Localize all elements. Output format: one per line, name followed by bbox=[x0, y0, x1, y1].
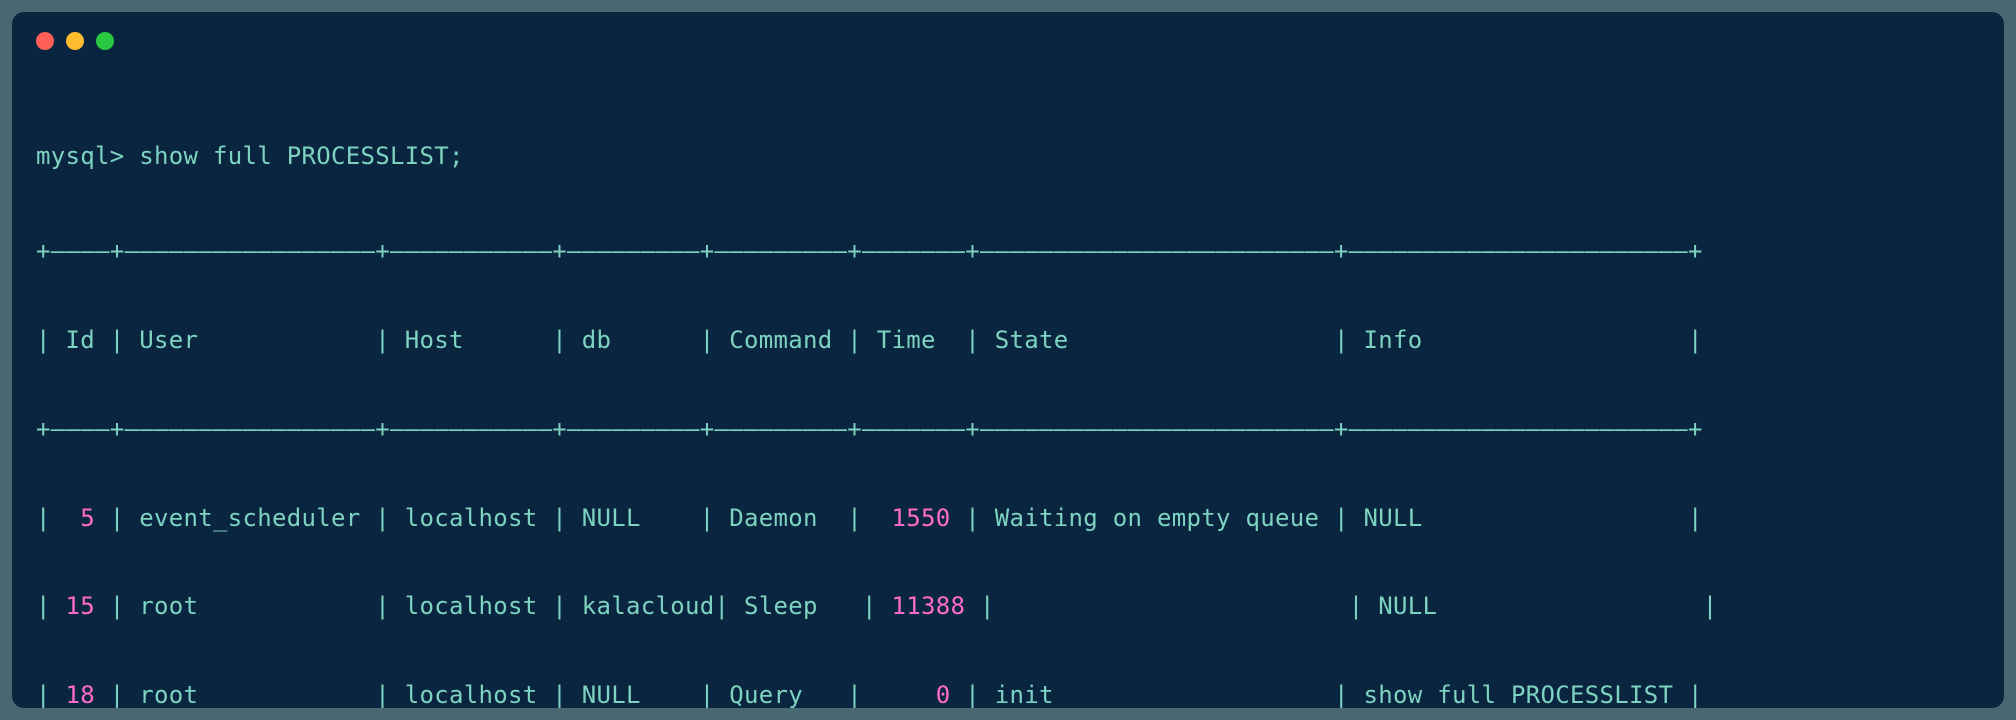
cell-db: NULL bbox=[582, 504, 641, 532]
cell-host: localhost bbox=[405, 681, 538, 708]
col-state: State bbox=[995, 326, 1069, 354]
col-id: Id bbox=[66, 326, 96, 354]
cell-user: root bbox=[139, 592, 198, 620]
table-row: | 18 | root | localhost | NULL | Query |… bbox=[36, 673, 1980, 708]
cell-time: 1550 bbox=[892, 504, 951, 532]
cell-host: localhost bbox=[405, 592, 538, 620]
table-header-row: | Id | User | Host | db | Command | Time… bbox=[36, 318, 1980, 362]
col-command: Command bbox=[729, 326, 832, 354]
cell-info: show full PROCESSLIST bbox=[1363, 681, 1673, 708]
mysql-prompt: mysql> bbox=[36, 142, 125, 170]
cell-time: 11388 bbox=[892, 592, 966, 620]
prompt-line: mysql> show full PROCESSLIST; bbox=[36, 134, 1980, 178]
cell-db: NULL bbox=[582, 681, 641, 708]
cell-host: localhost bbox=[405, 504, 538, 532]
table-border-mid: +————+—————————————————+———————————+————… bbox=[36, 407, 1980, 451]
sql-command: show full PROCESSLIST; bbox=[139, 142, 463, 170]
table-border-top: +————+—————————————————+———————————+————… bbox=[36, 229, 1980, 273]
cell-command: Query bbox=[729, 681, 803, 708]
table-row: | 5 | event_scheduler | localhost | NULL… bbox=[36, 496, 1980, 540]
cell-id: 5 bbox=[80, 504, 95, 532]
cell-command: Daemon bbox=[729, 504, 818, 532]
terminal-output: mysql> show full PROCESSLIST; +————+————… bbox=[36, 90, 1980, 708]
col-user: User bbox=[139, 326, 198, 354]
col-host: Host bbox=[405, 326, 464, 354]
cell-info: NULL bbox=[1378, 592, 1437, 620]
col-db: db bbox=[582, 326, 612, 354]
cell-state: Waiting on empty queue bbox=[995, 504, 1319, 532]
cell-id: 15 bbox=[66, 592, 96, 620]
cell-time: 0 bbox=[936, 681, 951, 708]
close-icon[interactable] bbox=[36, 32, 54, 50]
cell-info: NULL bbox=[1363, 504, 1422, 532]
col-time: Time bbox=[877, 326, 936, 354]
table-row: | 15 | root | localhost | kalacloud| Sle… bbox=[36, 584, 1980, 628]
cell-id: 18 bbox=[66, 681, 96, 708]
window-controls bbox=[36, 32, 1980, 50]
col-info: Info bbox=[1363, 326, 1422, 354]
minimize-icon[interactable] bbox=[66, 32, 84, 50]
cell-state: init bbox=[995, 681, 1054, 708]
cell-command: Sleep bbox=[744, 592, 818, 620]
terminal-window: mysql> show full PROCESSLIST; +————+————… bbox=[12, 12, 2004, 708]
cell-user: event_scheduler bbox=[139, 504, 360, 532]
cell-user: root bbox=[139, 681, 198, 708]
cell-db: kalacloud bbox=[582, 592, 715, 620]
maximize-icon[interactable] bbox=[96, 32, 114, 50]
